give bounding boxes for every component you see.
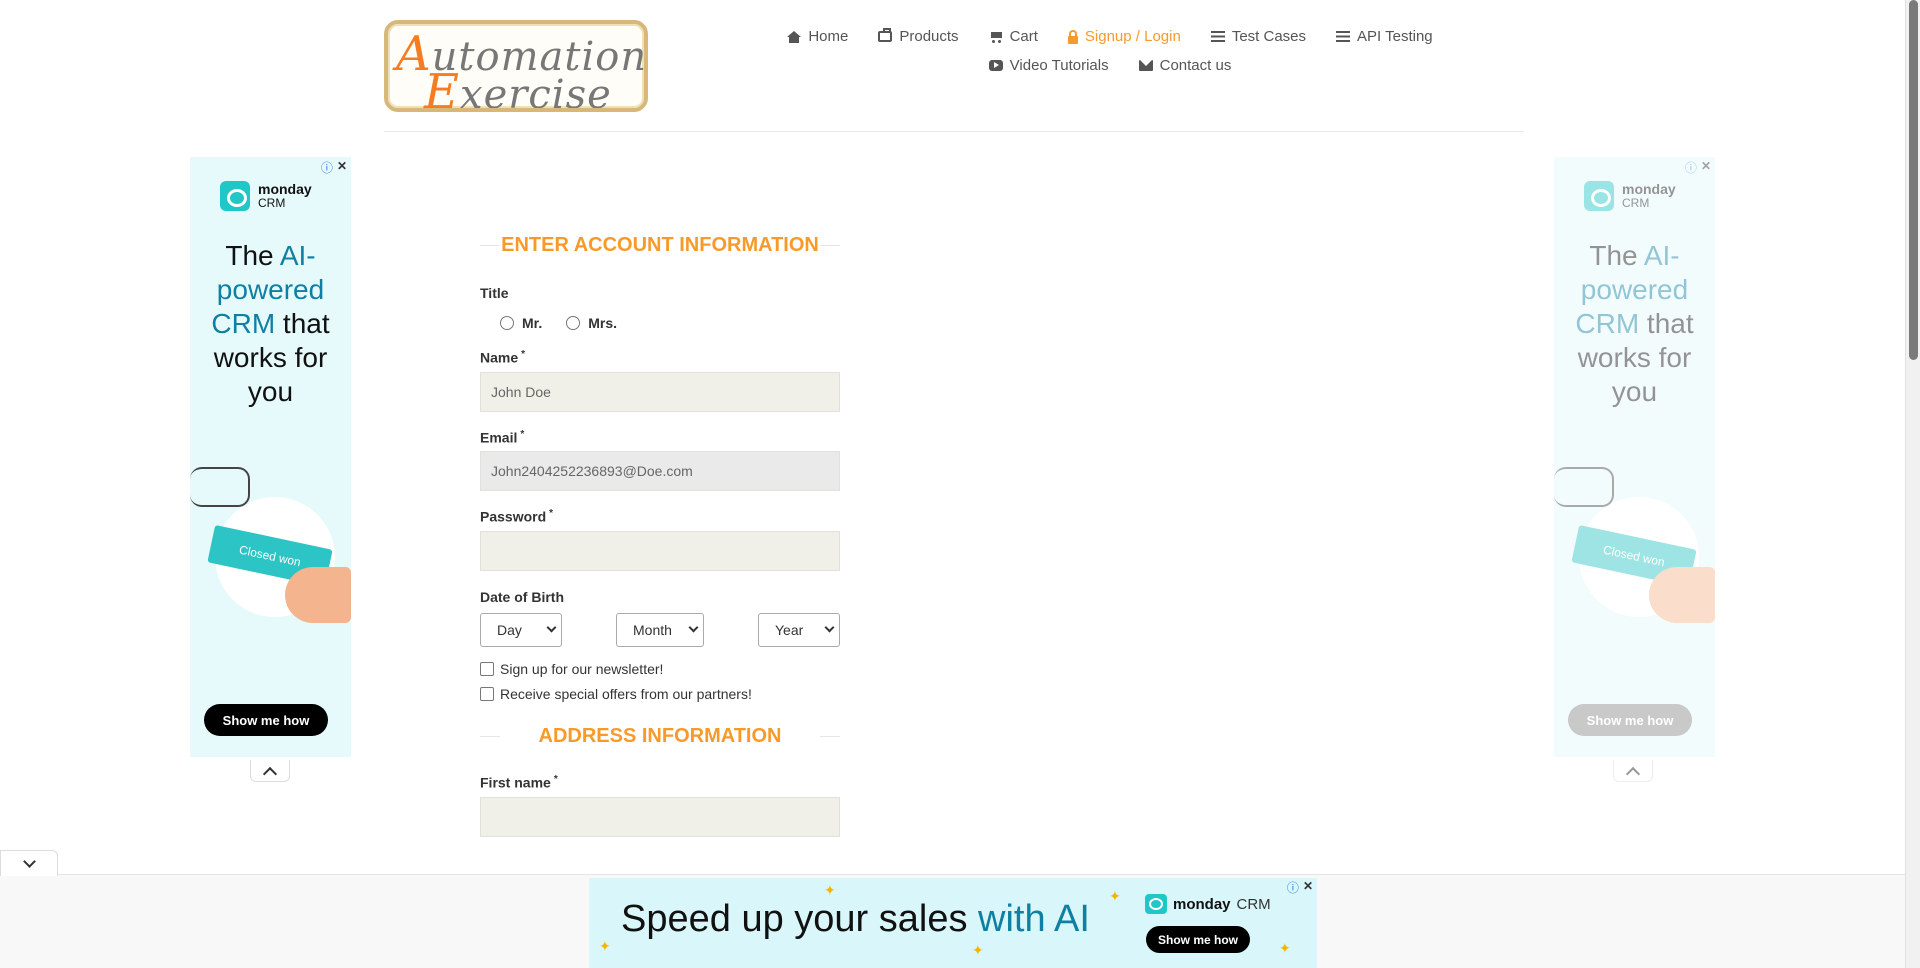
radio-mrs[interactable] [566, 316, 581, 330]
hand-icon [1649, 567, 1715, 623]
nav-cart[interactable]: Cart [989, 28, 1038, 45]
briefcase-icon [878, 28, 893, 42]
scrollbar-thumb[interactable] [1909, 0, 1918, 360]
title-label: Title [480, 285, 509, 301]
ad-illustration: Closed won [1554, 457, 1715, 647]
nav-video-tutorials[interactable]: Video Tutorials [988, 57, 1109, 74]
signup-form: ENTER ACCOUNT INFORMATION Title Mr. Mrs.… [480, 225, 840, 837]
password-input[interactable] [480, 530, 840, 571]
chevron-down-icon [546, 623, 557, 633]
sparkle-icon: ✦ [972, 942, 984, 958]
address-info-title: ADDRESS INFORMATION [480, 718, 840, 754]
ad-close-icon[interactable]: ✕ [1303, 879, 1313, 896]
newsletter-option[interactable]: Sign up for our newsletter! [480, 661, 840, 677]
dob-day-select[interactable]: Day [480, 612, 562, 647]
dob-row: Day Month Year [480, 612, 840, 647]
ad-controls: ⓘ ✕ [1287, 879, 1313, 896]
left-side-ad[interactable]: ⓘ ✕ monday CRM The AI-powered CRM that wo… [190, 157, 351, 757]
account-info-title: ENTER ACCOUNT INFORMATION [480, 227, 840, 263]
first-name-input[interactable] [480, 796, 840, 837]
title-option-mrs[interactable]: Mrs. [566, 315, 617, 331]
title-radio-group: Mr. Mrs. [500, 315, 840, 331]
ad-brand: monday CRM [1584, 181, 1676, 211]
email-label: Email * [480, 428, 525, 446]
list-icon [1336, 31, 1351, 42]
nav-home[interactable]: Home [787, 28, 848, 45]
ad-info-icon[interactable]: ⓘ [1685, 159, 1697, 176]
dob-month-select[interactable]: Month [616, 612, 704, 647]
monday-logo-icon [1584, 181, 1614, 211]
dob-label: Date of Birth [480, 588, 564, 605]
home-icon [787, 30, 802, 43]
nav-row-1: Home Products Cart Signup / Login Test C… [760, 28, 1460, 45]
sparkle-icon: ✦ [1279, 940, 1291, 956]
nav-products[interactable]: Products [878, 28, 959, 45]
main-nav: Home Products Cart Signup / Login Test C… [760, 28, 1460, 86]
bottom-ad-headline: Speed up your sales with AI [621, 898, 1090, 940]
newsletter-checkbox[interactable] [480, 661, 494, 676]
chevron-down-icon [22, 854, 36, 868]
ad-cta-button[interactable]: Show me how [1568, 704, 1692, 736]
cart-icon [989, 31, 1003, 43]
robot-hand-icon [190, 467, 250, 507]
password-label: Password * [480, 508, 554, 525]
left-ad-collapse-tab[interactable] [250, 760, 290, 782]
ad-info-icon[interactable]: ⓘ [321, 159, 333, 176]
bottom-banner-ad[interactable]: ✦ ✦ ✦ ✦ ✦ ⓘ ✕ Speed up your sales with A… [589, 878, 1317, 968]
ad-controls: ⓘ ✕ [1685, 159, 1711, 176]
ad-cta-button[interactable]: Show me how [204, 704, 328, 736]
chevron-up-icon [1625, 766, 1641, 781]
ad-illustration: Closed won [190, 457, 351, 647]
chevron-down-icon [688, 623, 699, 633]
bottom-ad-cta-button[interactable]: Show me how [1146, 926, 1250, 953]
envelope-icon [1138, 60, 1153, 71]
ad-close-icon[interactable]: ✕ [1701, 159, 1711, 176]
radio-mr[interactable] [500, 316, 514, 330]
nav-contact-us[interactable]: Contact us [1138, 57, 1231, 74]
ad-close-icon[interactable]: ✕ [337, 159, 347, 176]
nav-signup-login[interactable]: Signup / Login [1067, 28, 1181, 45]
name-label: Name * [480, 349, 526, 366]
ad-brand: monday CRM [1145, 894, 1271, 914]
nav-test-cases[interactable]: Test Cases [1210, 28, 1306, 45]
bottom-ad-collapse-tab[interactable] [0, 850, 58, 876]
page-scrollbar[interactable] [1905, 0, 1920, 968]
email-input[interactable]: John2404252236893@Doe.com [480, 451, 840, 492]
ad-info-icon[interactable]: ⓘ [1287, 879, 1299, 896]
sparkle-icon: ✦ [824, 882, 836, 898]
monday-logo-icon [1145, 894, 1167, 914]
right-side-ad[interactable]: ⓘ ✕ monday CRM The AI-powered CRM that wo… [1554, 157, 1715, 757]
monday-logo-icon [220, 181, 250, 211]
nav-api-testing[interactable]: API Testing [1336, 28, 1433, 45]
name-input[interactable]: John Doe [480, 371, 840, 412]
ad-headline: The AI-powered CRM that works for you [1575, 240, 1694, 407]
chevron-up-icon [262, 766, 278, 781]
sparkle-icon: ✦ [1109, 888, 1121, 904]
ad-controls: ⓘ ✕ [321, 159, 347, 176]
offers-option[interactable]: Receive special offers from our partners… [480, 686, 840, 702]
ad-brand: monday CRM [220, 181, 312, 211]
logo-line-2: Exercise [424, 64, 612, 112]
first-name-label: First name * [480, 773, 558, 791]
offers-checkbox[interactable] [480, 686, 494, 701]
lock-icon [1067, 29, 1078, 44]
ad-headline: The AI-powered CRM that works for you [211, 240, 330, 407]
site-logo[interactable]: Automation Exercise [384, 20, 648, 112]
dob-year-select[interactable]: Year [758, 612, 840, 647]
nav-row-2: Video Tutorials Contact us [760, 57, 1460, 74]
right-ad-collapse-tab[interactable] [1613, 760, 1653, 782]
header-divider [384, 131, 1524, 132]
chevron-down-icon [824, 623, 835, 633]
title-option-mr[interactable]: Mr. [500, 315, 542, 331]
youtube-icon [988, 60, 1003, 71]
sparkle-icon: ✦ [599, 938, 611, 954]
site-header: Automation Exercise Home Products Cart S… [0, 0, 1905, 134]
list-icon [1210, 31, 1225, 42]
robot-hand-icon [1554, 467, 1614, 507]
hand-icon [285, 567, 351, 623]
